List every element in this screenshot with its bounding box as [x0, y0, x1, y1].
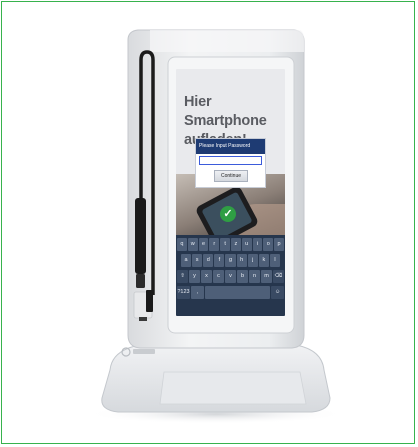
- on-screen-keyboard: q w e r t z u i o p a s d f g h j k l ⇧ …: [176, 235, 285, 316]
- key[interactable]: d: [203, 254, 214, 267]
- key[interactable]: h: [236, 254, 247, 267]
- key[interactable]: f: [214, 254, 225, 267]
- usb-plug: [146, 290, 153, 312]
- keyboard-row-2: a s d f g h j k l: [181, 254, 280, 267]
- key[interactable]: k: [258, 254, 269, 267]
- key[interactable]: g: [225, 254, 236, 267]
- key[interactable]: m: [261, 270, 272, 283]
- backspace-key[interactable]: ⌫: [273, 270, 284, 283]
- check-icon: ✓: [220, 206, 236, 222]
- key[interactable]: e: [198, 238, 209, 251]
- cable-connector: [136, 274, 145, 288]
- base-panel: [159, 371, 307, 405]
- key[interactable]: l: [269, 254, 280, 267]
- key[interactable]: j: [247, 254, 258, 267]
- key[interactable]: w: [187, 238, 198, 251]
- key[interactable]: n: [249, 270, 260, 283]
- key[interactable]: q: [177, 238, 187, 251]
- key[interactable]: b: [237, 270, 248, 283]
- key[interactable]: s: [192, 254, 203, 267]
- usb-port: [139, 317, 147, 321]
- key[interactable]: a: [181, 254, 192, 267]
- password-dialog: Please Input Password Continue: [195, 138, 266, 188]
- key[interactable]: p: [274, 238, 284, 251]
- space-key[interactable]: [205, 286, 270, 299]
- touch-screen[interactable]: Hier Smartphone aufladen! ✓ Please Input…: [176, 69, 285, 316]
- comma-key[interactable]: ,: [191, 286, 204, 299]
- brand-wordmark: [133, 349, 155, 354]
- key[interactable]: i: [252, 238, 263, 251]
- password-input[interactable]: [199, 156, 262, 165]
- symbols-key[interactable]: ?123: [177, 286, 190, 299]
- key[interactable]: o: [263, 238, 274, 251]
- key[interactable]: x: [201, 270, 212, 283]
- top-bevel: [150, 30, 304, 52]
- key[interactable]: u: [241, 238, 252, 251]
- keyboard-row-3: ⇧ y x c v b n m ⌫: [177, 270, 284, 283]
- continue-button[interactable]: Continue: [214, 170, 248, 182]
- shift-key[interactable]: ⇧: [177, 270, 188, 283]
- keyboard-row-4: ?123 , ☺: [177, 286, 284, 299]
- key[interactable]: v: [225, 270, 236, 283]
- keyboard-row-1: q w e r t z u i o p: [177, 238, 284, 251]
- key[interactable]: r: [209, 238, 220, 251]
- emoji-key[interactable]: ☺: [271, 286, 284, 299]
- product-photo: Hier Smartphone aufladen! ✓ Please Input…: [0, 0, 418, 447]
- cable-sleeve: [135, 198, 146, 274]
- dialog-title: Please Input Password: [196, 139, 265, 154]
- key[interactable]: t: [220, 238, 230, 251]
- key[interactable]: y: [189, 270, 200, 283]
- key[interactable]: c: [213, 270, 224, 283]
- key[interactable]: z: [230, 238, 241, 251]
